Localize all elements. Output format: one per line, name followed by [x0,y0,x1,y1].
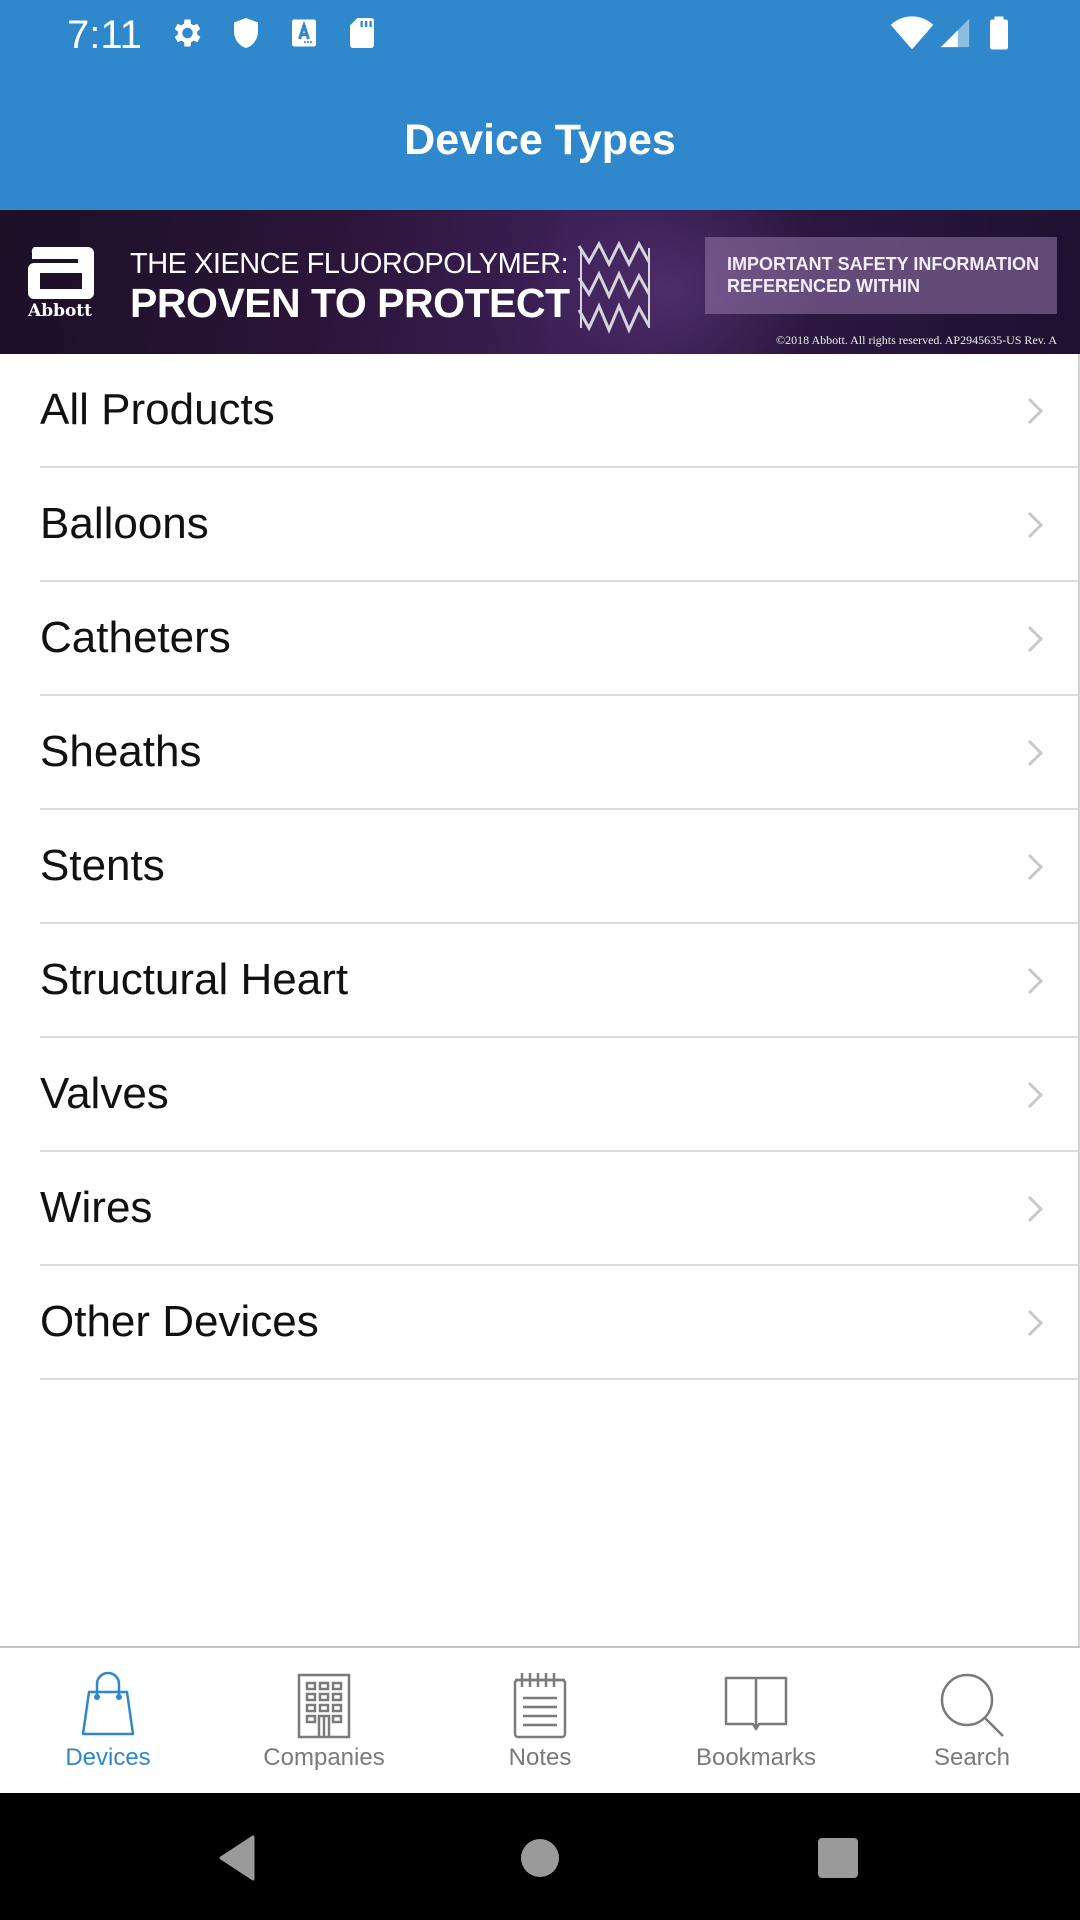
status-time: 7:11 [67,13,142,57]
list-item-label: Balloons [40,499,209,548]
system-nav-bar [0,1793,1080,1920]
list-item-label: Structural Heart [40,955,349,1004]
list-item[interactable]: Sheaths [0,696,1080,810]
chevron-right-icon [1027,967,1044,995]
list-item-label: Sheaths [40,727,202,776]
shield-icon [234,18,258,48]
ad-banner[interactable]: Abbott THE XIENCE FLUOROPOLYMER: PROVEN … [0,210,1080,354]
safety-info-line2: REFERENCED WITHIN [727,276,920,296]
wifi-icon [890,16,934,50]
tab-bookmarks[interactable]: Bookmarks [648,1648,864,1793]
banner-copyright: ©2018 Abbott. All rights reserved. AP294… [775,333,1057,347]
chevron-right-icon [1027,625,1044,653]
settings-icon [174,19,201,47]
font-a-icon [292,19,316,47]
tab-label: Bookmarks [695,1744,817,1771]
safety-info-text: IMPORTANT SAFETY INFORMATION REFERENCED … [727,253,1039,297]
home-button[interactable] [515,1833,565,1883]
tab-devices[interactable]: Devices [0,1648,216,1793]
abbott-wordmark: Abbott [28,301,93,321]
search-icon [940,1673,1004,1737]
safety-info-box[interactable]: IMPORTANT SAFETY INFORMATION REFERENCED … [705,237,1057,314]
chevron-right-icon [1027,397,1044,425]
list-item[interactable]: Balloons [0,468,1080,582]
book-icon [724,1676,788,1731]
back-button[interactable] [215,1833,265,1883]
device-type-list: All Products Balloons Catheters Sheaths Sten… [0,354,1080,1380]
shopping-bag-icon [81,1671,135,1736]
status-bar: 7:11 [0,0,1080,70]
chevron-right-icon [1027,739,1044,767]
cell-signal-icon [940,18,970,48]
list-item-label: Valves [40,1069,169,1118]
app-bar: Device Types [0,70,1080,210]
banner-tagline: PROVEN TO PROTECT [130,280,570,326]
battery-icon [990,16,1008,50]
list-divider [40,1378,1080,1380]
chevron-right-icon [1027,511,1044,539]
tab-label: Companies [263,1744,385,1771]
list-item[interactable]: Catheters [0,582,1080,696]
list-item-label: Other Devices [40,1297,319,1346]
recents-button[interactable] [813,1833,863,1883]
tab-label: Devices [65,1744,151,1771]
abbott-logo-icon [28,247,94,299]
tab-search[interactable]: Search [864,1648,1080,1793]
list-item[interactable]: Wires [0,1152,1080,1266]
chevron-right-icon [1027,1195,1044,1223]
building-icon [297,1673,351,1739]
tab-notes[interactable]: Notes [432,1648,648,1793]
tab-companies[interactable]: Companies [216,1648,432,1793]
list-item[interactable]: Other Devices [0,1266,1080,1380]
notepad-icon [513,1673,567,1739]
tab-label: Search [933,1744,1011,1771]
list-item[interactable]: Structural Heart [0,924,1080,1038]
list-item[interactable]: Stents [0,810,1080,924]
chevron-right-icon [1027,853,1044,881]
tab-label: Notes [508,1744,572,1771]
chevron-right-icon [1027,1081,1044,1109]
banner-headline: THE XIENCE FLUOROPOLYMER: [130,248,569,280]
chevron-right-icon [1027,1309,1044,1337]
list-item-label: Stents [40,841,165,890]
sd-card-icon [350,18,374,48]
list-item-label: Wires [40,1183,153,1232]
safety-info-line1: IMPORTANT SAFETY INFORMATION [727,254,1039,274]
list-item-label: Catheters [40,613,231,662]
page-title: Device Types [404,116,676,164]
list-item[interactable]: Valves [0,1038,1080,1152]
bottom-tab-bar: Devices Companies Notes Bookmarks Search [0,1646,1080,1793]
list-item-label: All Products [40,385,275,434]
stent-image-icon [577,240,651,334]
list-item[interactable]: All Products [0,354,1080,468]
